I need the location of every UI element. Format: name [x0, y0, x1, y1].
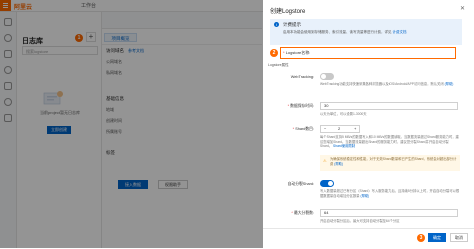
webtracking-label: WebTracking: [290, 75, 314, 79]
minus-icon[interactable]: − [324, 126, 326, 132]
shard-label-text: Shard数目: [295, 127, 314, 131]
billing-text: 启用本功能会使用到存储服务、索引流量、读写流量等进行计费，详见 计费文档 [283, 30, 459, 35]
logstore-name-label-text: Logstore名称: [285, 50, 311, 55]
billing-text-body: 启用本功能会使用到存储服务、索引流量、读写流量等进行计费，详见 [283, 30, 392, 34]
shard-warning-body: 为确保系统稳定性和性能，对于无效Shard数量和已产生的Shard，系统会对超出… [330, 157, 457, 166]
maxsplit-label: * 最大分裂数: [291, 211, 314, 215]
plus-icon[interactable]: + [354, 126, 356, 132]
maxsplit-label-text: 最大分裂数: [293, 211, 314, 215]
ttl-input[interactable]: 30 [320, 102, 458, 110]
autosplit-label: 自动分裂Shard: [287, 182, 314, 186]
webtracking-desc-text: WebTracking功能支持快速采集各种浏览器以及iOS/Android/AP… [320, 82, 444, 86]
webtracking-toggle[interactable] [320, 73, 334, 80]
logstore-attributes-label: Logstore属性 [268, 63, 289, 67]
shard-stepper[interactable]: − 2 + [320, 125, 360, 133]
ttl-label-text: 数据保存时间: [290, 104, 314, 108]
warning-help-link[interactable]: (帮助) [334, 162, 343, 166]
toggle-knob [328, 181, 333, 186]
shard-limit-link[interactable]: Shard使用限制 [333, 144, 355, 148]
warning-icon: ⚠ [323, 158, 327, 163]
drawer-title: 创建Logstore [270, 9, 306, 15]
ttl-desc: 以天为单位，可以设置1-3000天 [320, 112, 367, 116]
autosplit-help-link[interactable]: (帮助) [360, 194, 369, 198]
shard-desc: 每个Shard支持5 MB/s的数据写入和10 MB/s的数据读取。当数据流量超… [320, 135, 460, 149]
autosplit-desc: 写入数据量超过已有分区（Shard）写入服务能力后，且持续5分钟以上时，开启自动… [320, 189, 460, 198]
autosplit-toggle[interactable] [320, 180, 334, 187]
shard-warning-text: 为确保系统稳定性和性能，对于无效Shard数量和已产生的Shard，系统会对超出… [330, 157, 458, 166]
webtracking-help-link[interactable]: (帮助) [445, 82, 454, 86]
step-badge-3: 3 [417, 234, 425, 242]
maxsplit-input[interactable]: 64 [320, 209, 458, 217]
shard-value: 2 [338, 126, 341, 131]
maxsplit-desc: 开启自动分裂分区后，最大可支持自动分裂至64个分区 [320, 219, 400, 223]
billing-title: 计费提示 [283, 22, 301, 27]
cancel-button[interactable]: 取消 [450, 233, 468, 242]
confirm-button[interactable]: 确定 [428, 233, 446, 242]
step-badge-2: 2 [270, 49, 278, 57]
modal-overlay[interactable] [0, 0, 263, 248]
billing-doc-link[interactable]: 计费文档 [392, 30, 406, 34]
shard-label: * Shard数目: [292, 127, 314, 131]
toggle-knob [321, 74, 326, 79]
close-icon[interactable]: ✕ [460, 5, 465, 12]
info-icon: i [274, 22, 279, 27]
autosplit-desc-text: 写入数据量超过已有分区（Shard）写入服务能力后，且持续5分钟以上时，开启自动… [320, 189, 460, 198]
logstore-name-label: * Logstore名称: [283, 50, 311, 55]
ttl-label: * 数据保存时间: [287, 104, 314, 108]
webtracking-desc: WebTracking功能支持快速采集各种浏览器以及iOS/Android/AP… [320, 82, 458, 87]
